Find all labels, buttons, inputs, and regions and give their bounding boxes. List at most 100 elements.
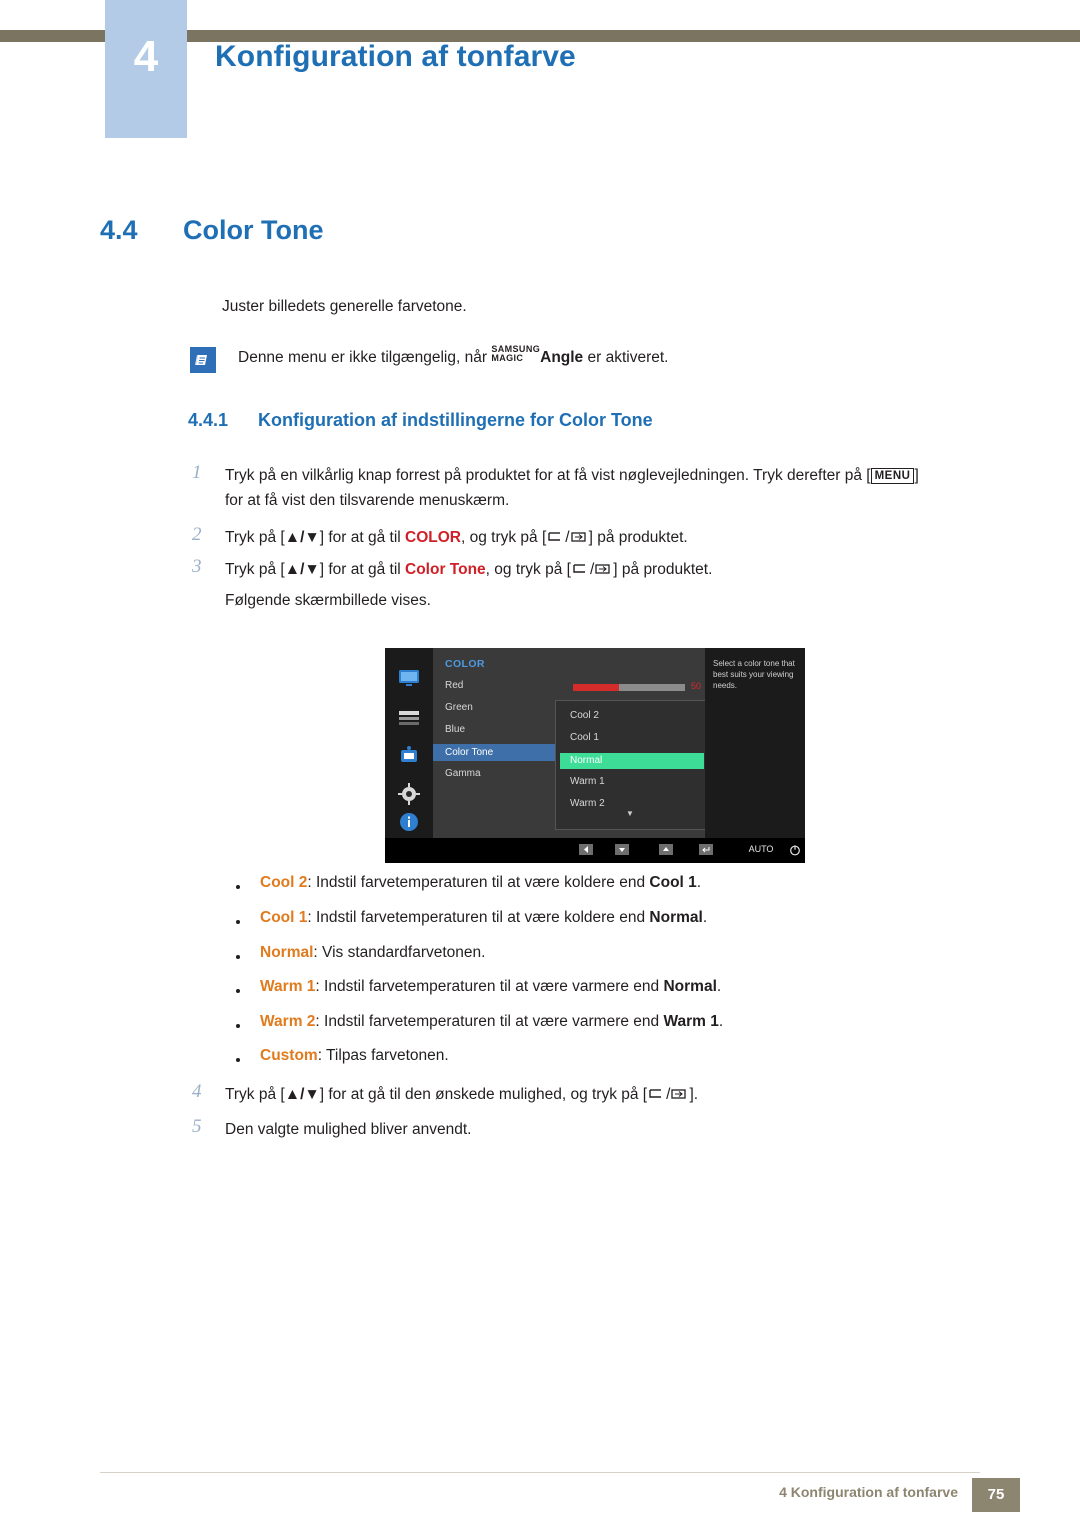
bullet-ref: Warm 1: [663, 1013, 719, 1030]
bullet-term: Cool 1: [260, 909, 308, 926]
step-4-number: 4: [192, 1081, 202, 1102]
step-3-text-b: ] for at gå til: [319, 561, 401, 578]
osd-item-green[interactable]: Green: [445, 702, 473, 713]
enter-left-icon-2: [571, 563, 590, 576]
step-1-text: Tryk på en vilkårlig knap forrest på pro…: [225, 463, 985, 513]
picture-icon: [397, 706, 421, 730]
osd-item-red[interactable]: Red: [445, 680, 463, 691]
menu-key-label: MENU: [870, 468, 915, 484]
monitor-icon: [397, 666, 421, 690]
bullet-item-custom: Custom: Tilpas farvetonen.: [260, 1047, 449, 1065]
step-2-text-c: , og tryk på [: [460, 529, 547, 546]
enter-left-icon-3: [647, 1088, 666, 1101]
step-3-target: Color Tone: [405, 561, 486, 578]
bullet-tail: .: [696, 874, 702, 891]
osd-slider-fill: [573, 684, 619, 691]
page-header: 4 Konfiguration af tonfarve: [0, 0, 1080, 138]
bullet-tail: .: [718, 1013, 724, 1030]
bullet-body: : Indstil farvetemperaturen til at være …: [307, 909, 650, 926]
bullet-tail: .: [716, 978, 722, 995]
subsection-number: 4.4.1: [188, 410, 229, 430]
bullet-term: Warm 1: [260, 978, 316, 995]
note-prefix: Denne menu er ikke tilgængelig, når: [238, 349, 487, 366]
bullet-tail: .: [702, 909, 708, 926]
step-3-text: Tryk på [▲/▼] for at gå til Color Tone, …: [225, 561, 713, 578]
step-4-text-b: ] for at gå til den ønskede mulighed, og…: [319, 1086, 648, 1103]
bullet-item-warm-2: Warm 2: Indstil farvetemperaturen til at…: [260, 1013, 723, 1031]
bullet-item-warm-1: Warm 1: Indstil farvetemperaturen til at…: [260, 978, 721, 996]
up-arrow-icon: ▲: [284, 529, 301, 546]
osd-option-cool-2[interactable]: Cool 2: [570, 710, 599, 721]
step-5-text: Den valgte mulighed bliver anvendt.: [225, 1121, 472, 1138]
osd-btn-auto[interactable]: AUTO: [742, 844, 780, 854]
note-text: Denne menu er ikke tilgængelig, når SAMS…: [238, 345, 668, 367]
step-4-text-a: Tryk på [: [225, 1086, 285, 1103]
osd-option-cool-1[interactable]: Cool 1: [570, 732, 599, 743]
osd-item-gamma[interactable]: Gamma: [445, 768, 481, 779]
step-1-text-a: Tryk på en vilkårlig knap forrest på pro…: [225, 467, 871, 484]
step-4-text: Tryk på [▲/▼] for at gå til den ønskede …: [225, 1086, 699, 1103]
setup-icon: [397, 782, 421, 806]
bullet-ref: Normal: [663, 978, 717, 995]
up-arrow-icon-3: ▲: [284, 1086, 301, 1103]
bullet-marker: [236, 955, 240, 959]
step-4-text-c: ].: [689, 1086, 699, 1103]
section-title: Color Tone: [183, 215, 324, 245]
bullet-item-normal: Normal: Vis standardfarvetonen.: [260, 944, 485, 962]
footer-divider: [100, 1472, 980, 1473]
section-number: 4.4: [100, 215, 138, 245]
down-arrow-icon-3: ▼: [304, 1086, 320, 1103]
chapter-title: Konfiguration af tonfarve: [215, 40, 576, 73]
note-icon: [190, 347, 216, 373]
enter-right-icon-3: [670, 1088, 689, 1101]
step-3-text-a: Tryk på [: [225, 561, 285, 578]
magic-suffix: Angle: [540, 349, 584, 366]
subsection-title: Konfiguration af indstillingerne for Col…: [258, 410, 653, 430]
osd-btn-enter-icon[interactable]: [697, 844, 715, 857]
bullet-body: : Tilpas farvetonen.: [317, 1047, 449, 1064]
osd-color-tone-popup: Cool 2 Cool 1 ✓ Normal Warm 1 Warm 2 ▼: [555, 700, 709, 830]
osd-scroll-down-icon[interactable]: ▼: [626, 809, 634, 818]
osd-btn-down-icon[interactable]: [613, 844, 631, 857]
step-3-text-c: , og tryk på [: [485, 561, 571, 578]
bullet-term: Warm 2: [260, 1013, 316, 1030]
osd-option-normal[interactable]: Normal: [560, 753, 704, 769]
note-suffix: er aktiveret.: [587, 349, 669, 366]
osd-btn-up-icon[interactable]: [657, 844, 675, 857]
power-icon[interactable]: [787, 844, 803, 858]
down-arrow-icon: ▼: [304, 529, 320, 546]
section-intro: Juster billedets generelle farvetone.: [222, 298, 467, 315]
osd-inner: COLOR Red Green Blue Color Tone Gamma 50…: [385, 648, 805, 838]
bullet-term: Cool 2: [260, 874, 308, 891]
osd-option-warm-1[interactable]: Warm 1: [570, 776, 605, 787]
bullet-ref: Normal: [649, 909, 703, 926]
header-rule-gap: [0, 0, 110, 30]
up-arrow-icon-2: ▲: [284, 561, 301, 578]
bullet-body: : Indstil farvetemperaturen til at være …: [315, 1013, 664, 1030]
information-icon: [397, 810, 421, 834]
step-1-text-b: ]: [914, 467, 919, 484]
bullet-body: : Indstil farvetemperaturen til at være …: [307, 874, 650, 891]
step-2-number: 2: [192, 524, 202, 545]
step-3-text-d: ] på produktet.: [613, 561, 713, 578]
bullet-marker: [236, 1058, 240, 1062]
bullet-item-cool-2: Cool 2: Indstil farvetemperaturen til at…: [260, 874, 701, 892]
step-2-text: Tryk på [▲/▼] for at gå til COLOR, og tr…: [225, 529, 688, 546]
osd-icon-rail: [385, 648, 433, 838]
samsung-magic-logo: SAMSUNG MAGIC: [491, 345, 540, 363]
enter-right-icon-2: [594, 563, 613, 576]
bullet-marker: [236, 1024, 240, 1028]
enter-left-icon: [546, 531, 565, 544]
bullet-item-cool-1: Cool 1: Indstil farvetemperaturen til at…: [260, 909, 707, 927]
step-2-target: COLOR: [405, 529, 461, 546]
osd-item-blue[interactable]: Blue: [445, 724, 465, 735]
osd-help-text: Select a color tone that best suits your…: [713, 659, 795, 690]
step-3-followup: Følgende skærmbillede vises.: [225, 592, 431, 609]
bullet-body: : Indstil farvetemperaturen til at være …: [315, 978, 664, 995]
step-2-text-d: ] på produktet.: [588, 529, 688, 546]
osd-slider-value: 50: [691, 681, 702, 691]
osd-slider[interactable]: [573, 684, 685, 691]
osd-btn-left-icon[interactable]: [577, 844, 595, 857]
osd-screenshot: COLOR Red Green Blue Color Tone Gamma 50…: [385, 648, 805, 863]
osd-option-warm-2[interactable]: Warm 2: [570, 798, 605, 809]
